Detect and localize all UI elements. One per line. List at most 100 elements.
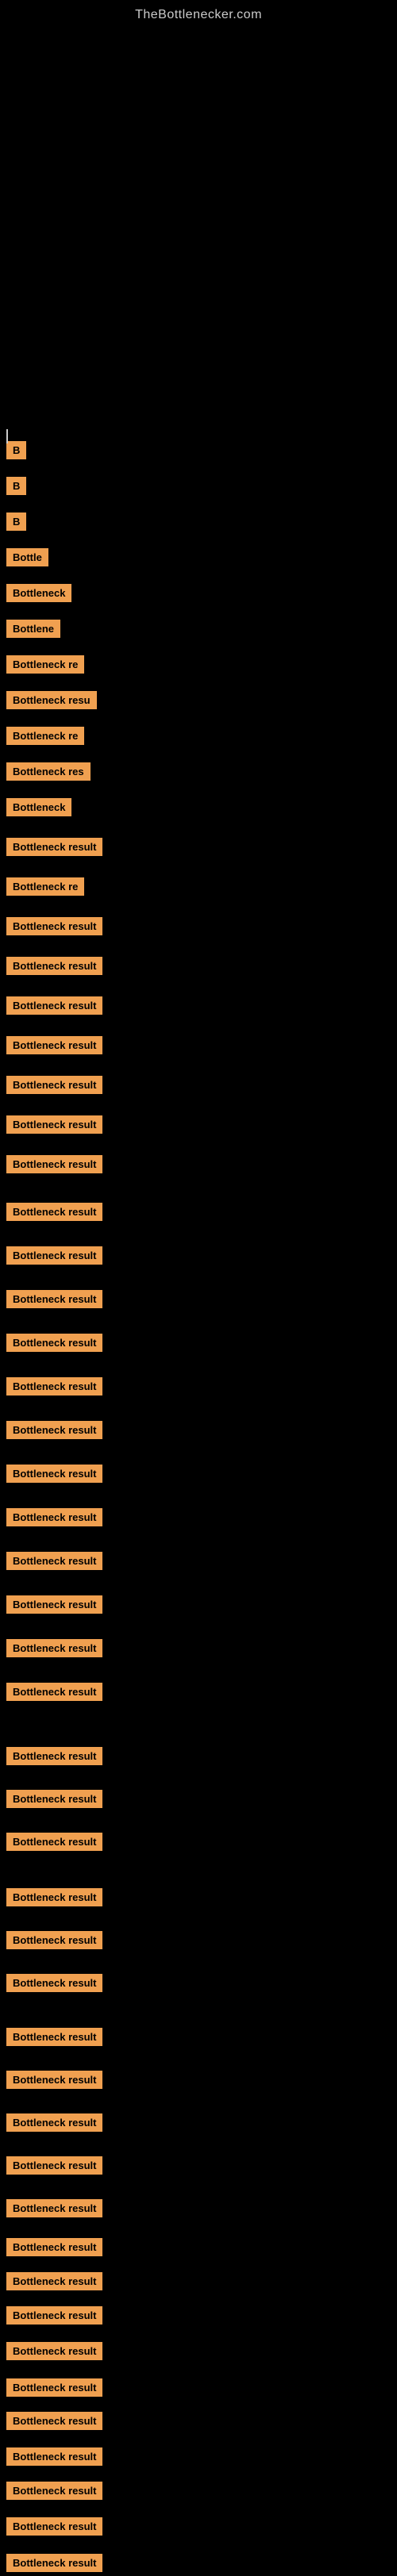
bottleneck-label: Bottleneck result	[6, 1552, 102, 1570]
bottleneck-label-row: Bottleneck result	[6, 2482, 102, 2504]
bottleneck-label-row: Bottleneck result	[6, 2517, 102, 2540]
bottleneck-label-row: Bottleneck result	[6, 1790, 102, 1812]
bottleneck-label: Bottleneck result	[6, 996, 102, 1015]
bottleneck-label: Bottleneck result	[6, 1377, 102, 1395]
bottleneck-label-row: Bottleneck result	[6, 1115, 102, 1138]
bottleneck-label-row: Bottle	[6, 548, 48, 570]
bottleneck-label: Bottleneck result	[6, 2238, 102, 2256]
bottleneck-label-row: Bottleneck result	[6, 917, 102, 939]
bottleneck-label-row: Bottleneck result	[6, 1552, 102, 1574]
bottleneck-label: Bottleneck result	[6, 1888, 102, 1906]
bottleneck-label-row: Bottleneck result	[6, 2378, 102, 2401]
bottleneck-label: Bottleneck result	[6, 838, 102, 856]
bottleneck-label-row: Bottleneck result	[6, 2412, 102, 2434]
bottleneck-label-row: Bottleneck result	[6, 2156, 102, 2179]
bottleneck-label-row: Bottleneck res	[6, 762, 91, 785]
bottleneck-label: Bottleneck resu	[6, 691, 97, 709]
bottleneck-label-row: Bottleneck result	[6, 1334, 102, 1356]
bottleneck-label: Bottleneck result	[6, 1465, 102, 1483]
bottleneck-label-row: Bottleneck result	[6, 1465, 102, 1487]
bottleneck-label: Bottleneck result	[6, 2113, 102, 2132]
bottleneck-label: Bottleneck result	[6, 2412, 102, 2430]
bottleneck-label: Bottleneck result	[6, 1790, 102, 1808]
bottleneck-label: Bottleneck result	[6, 2306, 102, 2325]
bottleneck-label: B	[6, 513, 26, 531]
bottleneck-label-row: Bottleneck result	[6, 957, 102, 979]
bottleneck-label-row: Bottleneck	[6, 584, 71, 606]
bottleneck-label: Bottleneck result	[6, 917, 102, 935]
bottleneck-label: Bottleneck result	[6, 2028, 102, 2046]
bottleneck-label: Bottleneck result	[6, 2071, 102, 2089]
bottleneck-label: Bottleneck result	[6, 1334, 102, 1352]
bottleneck-label: Bottleneck result	[6, 1076, 102, 1094]
bottleneck-label: Bottleneck result	[6, 1290, 102, 1308]
bottleneck-label-row: Bottleneck result	[6, 2071, 102, 2093]
bottleneck-label-row: Bottleneck result	[6, 2342, 102, 2364]
bottleneck-label: Bottleneck result	[6, 2447, 102, 2466]
bottleneck-label-row: Bottleneck result	[6, 1974, 102, 1996]
bottleneck-label-row: Bottleneck re	[6, 655, 84, 678]
bottleneck-label-row: Bottleneck result	[6, 2028, 102, 2050]
bottleneck-label-row: Bottleneck result	[6, 1595, 102, 1618]
bottleneck-label: Bottleneck result	[6, 1036, 102, 1054]
bottleneck-label-row: Bottleneck result	[6, 2199, 102, 2221]
bottleneck-label: Bottleneck re	[6, 727, 84, 745]
bottleneck-label: Bottleneck result	[6, 2517, 102, 2536]
bottleneck-label-row: Bottleneck result	[6, 838, 102, 860]
bottleneck-label: Bottleneck result	[6, 1639, 102, 1657]
bottleneck-label: Bottleneck result	[6, 1595, 102, 1614]
bottleneck-label: B	[6, 441, 26, 459]
bottleneck-label-row: Bottleneck result	[6, 2238, 102, 2260]
bottleneck-label-row: Bottleneck resu	[6, 691, 97, 713]
bottleneck-label: Bottle	[6, 548, 48, 566]
bottleneck-label: Bottleneck re	[6, 877, 84, 896]
bottleneck-label-row: Bottleneck result	[6, 1203, 102, 1225]
bottleneck-label: Bottleneck result	[6, 2554, 102, 2572]
bottleneck-label: Bottleneck result	[6, 1246, 102, 1265]
bottleneck-label-row: Bottleneck	[6, 798, 71, 820]
bottleneck-label-row: Bottleneck result	[6, 1421, 102, 1443]
bottleneck-label-row: Bottleneck result	[6, 1888, 102, 1910]
bottleneck-label-row: Bottleneck result	[6, 996, 102, 1019]
bottleneck-label-row: Bottleneck result	[6, 1076, 102, 1098]
bottleneck-label-row: Bottleneck result	[6, 2447, 102, 2470]
bottleneck-label: Bottlene	[6, 620, 60, 638]
bottleneck-label-row: Bottleneck result	[6, 2272, 102, 2294]
bottleneck-label-row: Bottleneck result	[6, 1036, 102, 1058]
bottleneck-label: Bottleneck res	[6, 762, 91, 781]
bottleneck-label-row: Bottleneck result	[6, 1931, 102, 1953]
bottleneck-label-row: Bottlene	[6, 620, 60, 642]
bottleneck-label-row: Bottleneck result	[6, 1377, 102, 1399]
bottleneck-label-row: Bottleneck result	[6, 1833, 102, 1855]
bottleneck-label: Bottleneck result	[6, 2342, 102, 2360]
bottleneck-label-row: Bottleneck result	[6, 1155, 102, 1177]
bottleneck-label: Bottleneck result	[6, 1833, 102, 1851]
bottleneck-label: Bottleneck result	[6, 1931, 102, 1949]
bottleneck-label-row: B	[6, 477, 26, 499]
bottleneck-label: Bottleneck result	[6, 1747, 102, 1765]
bottleneck-label: Bottleneck result	[6, 1508, 102, 1526]
bottleneck-label: Bottleneck result	[6, 1421, 102, 1439]
bottleneck-label: Bottleneck result	[6, 2156, 102, 2175]
bottleneck-label: Bottleneck result	[6, 2272, 102, 2290]
site-title: TheBottlenecker.com	[0, 0, 397, 29]
bottleneck-label: Bottleneck	[6, 798, 71, 816]
bottleneck-label: Bottleneck	[6, 584, 71, 602]
bottleneck-label-row: Bottleneck result	[6, 2306, 102, 2328]
bottleneck-label: Bottleneck result	[6, 2482, 102, 2500]
bottleneck-label-row: Bottleneck result	[6, 2113, 102, 2136]
bottleneck-label: Bottleneck result	[6, 957, 102, 975]
bottleneck-label: B	[6, 477, 26, 495]
bottleneck-label-row: Bottleneck result	[6, 1246, 102, 1269]
bottleneck-label: Bottleneck re	[6, 655, 84, 674]
bottleneck-label-row: Bottleneck result	[6, 2554, 102, 2576]
bottleneck-label-row: Bottleneck re	[6, 727, 84, 749]
bottleneck-label: Bottleneck result	[6, 2378, 102, 2397]
bottleneck-label-row: Bottleneck result	[6, 1747, 102, 1769]
bottleneck-label: Bottleneck result	[6, 1974, 102, 1992]
bottleneck-label-row: B	[6, 441, 26, 463]
bottleneck-label-row: Bottleneck result	[6, 1683, 102, 1705]
bottleneck-label: Bottleneck result	[6, 1203, 102, 1221]
bottleneck-label: Bottleneck result	[6, 2199, 102, 2217]
bottleneck-label: Bottleneck result	[6, 1115, 102, 1134]
